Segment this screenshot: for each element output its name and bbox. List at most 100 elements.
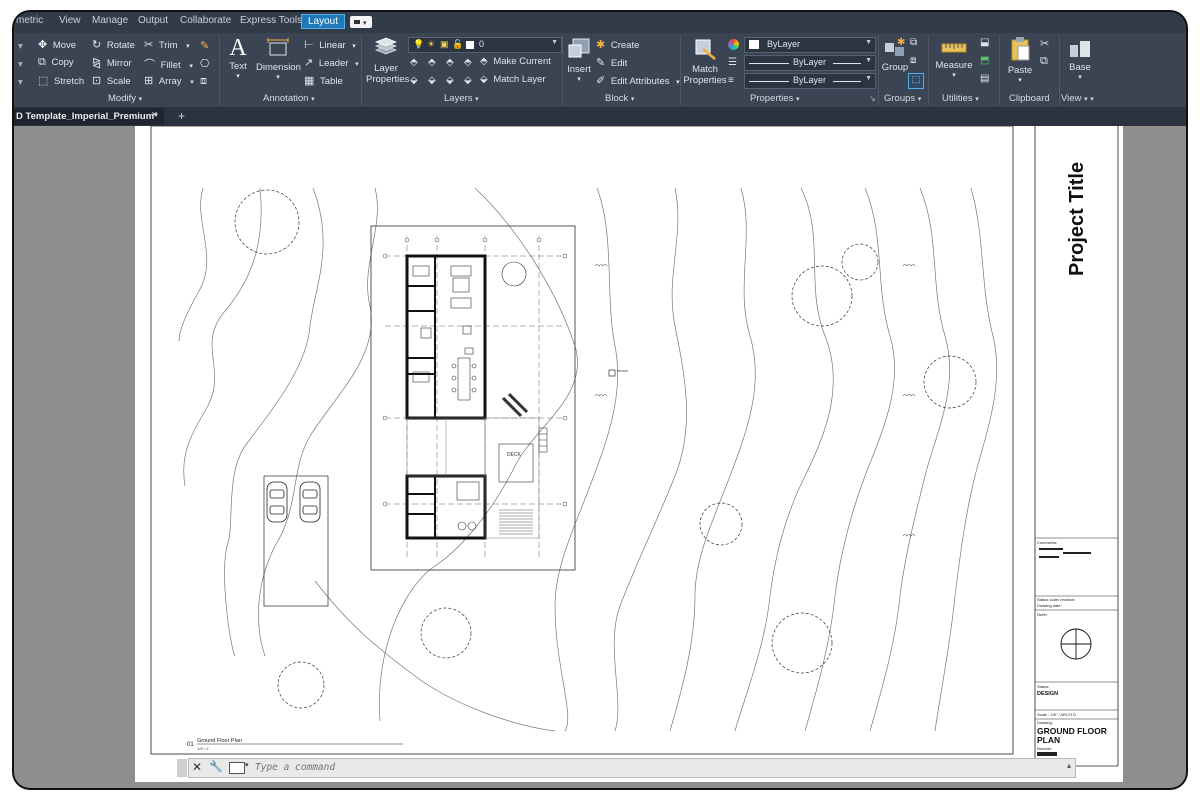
tab-parametric[interactable]: metric [16, 15, 43, 26]
chevron-down-icon[interactable]: ▾ [245, 761, 249, 769]
block-panel-title[interactable]: Block ▾ [605, 93, 634, 104]
rotate-button[interactable]: ↻ Rotate [92, 38, 135, 51]
lineweight-dropdown[interactable]: ByLayer ▼ [744, 73, 876, 89]
trim-button[interactable]: ✂ Trim ▾ [144, 38, 190, 51]
chevron-up-icon[interactable]: ▴ [1067, 761, 1071, 770]
edit-attributes-icon: ✐ [596, 75, 606, 87]
command-line[interactable]: ✕ 🔧 ▾ ▴ [177, 758, 1076, 778]
expand-arrow-icon[interactable]: ▾ [18, 59, 23, 70]
command-input[interactable] [255, 761, 955, 774]
dimension-button[interactable]: Dimension ▾ [256, 37, 301, 81]
layer-isolate-icon[interactable]: ⬘ [428, 57, 436, 68]
group-button[interactable]: ✱ Group [880, 37, 910, 73]
copy-clip-icon[interactable]: ⧉ [1040, 55, 1048, 68]
layer-off-icon[interactable]: ⬘ [410, 57, 418, 68]
explode-icon[interactable]: ⎔ [200, 57, 210, 70]
color-dropdown[interactable]: ByLayer ▼ [744, 37, 876, 53]
select-all-icon[interactable]: ⬒ [980, 55, 989, 66]
chevron-down-icon: ▾ [190, 79, 194, 86]
make-current-button[interactable]: ⬘ Make Current [480, 56, 551, 67]
close-command-icon[interactable]: ✕ [192, 760, 202, 774]
stretch-button[interactable]: ⬚ Stretch [38, 74, 84, 87]
building-walls [405, 254, 487, 540]
utilities-panel-title[interactable]: Utilities ▾ [942, 93, 979, 104]
sun-icon: ☀ [427, 39, 436, 49]
annotation-panel-title[interactable]: Annotation ▾ [263, 93, 315, 104]
edit-block-button[interactable]: ✎ Edit [596, 56, 627, 69]
fillet-button[interactable]: ⌒ Fillet ▾ [144, 56, 193, 72]
svg-text:✱: ✱ [897, 37, 905, 48]
move-button[interactable]: ✥ Move [38, 38, 76, 51]
match-layer-button[interactable]: ⬙ Match Layer [480, 74, 546, 85]
linear-button[interactable]: ⊢ Linear ▾ [304, 38, 356, 51]
offset-icon[interactable]: ⧈ [200, 75, 207, 88]
dimension-icon [267, 38, 289, 56]
text-button[interactable]: A Text ▾ [226, 35, 250, 80]
layer-lock-icon[interactable]: ⬘ [464, 57, 472, 68]
contour-lines [178, 187, 998, 732]
tab-layout[interactable]: Layout [301, 14, 346, 29]
groups-panel-title[interactable]: Groups ▾ [884, 93, 921, 104]
stretch-icon: ⬚ [38, 75, 49, 87]
furniture [412, 261, 534, 531]
svg-text:North: North [1037, 612, 1047, 617]
new-tab-icon[interactable]: + [178, 109, 185, 123]
chevron-down-icon: ▾ [355, 61, 359, 68]
tab-collaborate[interactable]: Collaborate [180, 15, 231, 26]
expand-arrow-icon[interactable]: ▾ [18, 41, 23, 52]
customize-wrench-icon[interactable]: 🔧 [209, 760, 223, 773]
leader-button[interactable]: ↗ Leader ▾ [304, 56, 359, 69]
ungroup-icon[interactable]: ⧉ [910, 37, 917, 48]
layer-on-icon[interactable]: ⬙ [410, 75, 418, 86]
group-selection-icon[interactable]: ⬚ [908, 73, 924, 89]
layers-panel-title[interactable]: Layers ▾ [444, 93, 479, 104]
quick-select-icon[interactable]: ⬓ [980, 37, 989, 48]
table-button[interactable]: ▦ Table [304, 74, 343, 87]
scale-button[interactable]: ⊡ Scale [92, 74, 131, 87]
view-panel-title[interactable]: View ▾ ▾ [1061, 93, 1094, 104]
layer-freeze-icon[interactable]: ⬘ [446, 57, 454, 68]
edit-attributes-button[interactable]: ✐ Edit Attributes ▾ [596, 74, 680, 87]
layer-properties-button[interactable]: Layer Properties [366, 36, 409, 85]
modify-panel-title[interactable]: Modify ▾ [108, 93, 142, 104]
properties-panel-title[interactable]: Properties ▾ [750, 93, 799, 104]
command-history-icon[interactable] [229, 762, 245, 774]
base-view-button[interactable]: Base ▾ [1066, 39, 1094, 81]
scale-icon: ⊡ [92, 75, 102, 87]
project-title: Project Title [1066, 162, 1088, 276]
tab-express-tools[interactable]: Express Tools [240, 15, 302, 26]
ruler-icon [941, 43, 967, 53]
tab-view[interactable]: View [59, 15, 81, 26]
match-properties-button[interactable]: Match Properties [682, 37, 728, 86]
drawing-canvas[interactable]: bench DECK 01 Ground Floor Plan 1/8"=1' … [14, 125, 1186, 788]
insert-button[interactable]: Insert ▾ [566, 37, 592, 83]
workspace-switch-icon[interactable]: ▾ [350, 16, 372, 28]
layer-unlock-icon[interactable]: ⬙ [464, 75, 472, 86]
clipboard-panel-title[interactable]: Clipboard [1009, 93, 1050, 104]
array-button[interactable]: ⊞ Array ▾ [144, 74, 194, 87]
close-tab-icon[interactable]: × [151, 109, 157, 121]
layer-dropdown[interactable]: 💡 ☀ ▣ 🔓 0 ▼ [408, 37, 562, 53]
create-block-button[interactable]: ✱ Create [596, 38, 639, 51]
cut-icon[interactable]: ✂ [1040, 37, 1049, 50]
paste-button[interactable]: Paste ▾ [1006, 36, 1034, 84]
fillet-icon: ⌒ [144, 59, 155, 71]
calculator-icon[interactable]: ▤ [980, 73, 989, 84]
linetype-dropdown[interactable]: ByLayer ▼ [744, 55, 876, 71]
tab-manage[interactable]: Manage [92, 15, 128, 26]
dialog-launcher-icon[interactable]: ↘ [869, 94, 876, 103]
group-edit-icon[interactable]: ⧈ [910, 55, 916, 66]
chevron-down-icon: ▾ [352, 43, 356, 50]
mirror-button[interactable]: ⧎ Mirror [92, 56, 132, 69]
expand-arrow-icon[interactable]: ▾ [18, 77, 23, 88]
linear-dimension-icon: ⊢ [304, 39, 314, 51]
lineweight-icon: ≡ [728, 75, 734, 86]
layer-thaw-icon[interactable]: ⬙ [446, 75, 454, 86]
tab-output[interactable]: Output [138, 15, 168, 26]
layer-unisolate-icon[interactable]: ⬙ [428, 75, 436, 86]
erase-icon[interactable]: ✎ [200, 39, 209, 52]
document-tab[interactable]: D Template_Imperial_Premium* × [14, 108, 164, 125]
color-wheel-icon[interactable] [728, 39, 739, 50]
copy-button[interactable]: ⧉ Copy [38, 56, 74, 69]
measure-button[interactable]: Measure ▾ [934, 39, 974, 79]
